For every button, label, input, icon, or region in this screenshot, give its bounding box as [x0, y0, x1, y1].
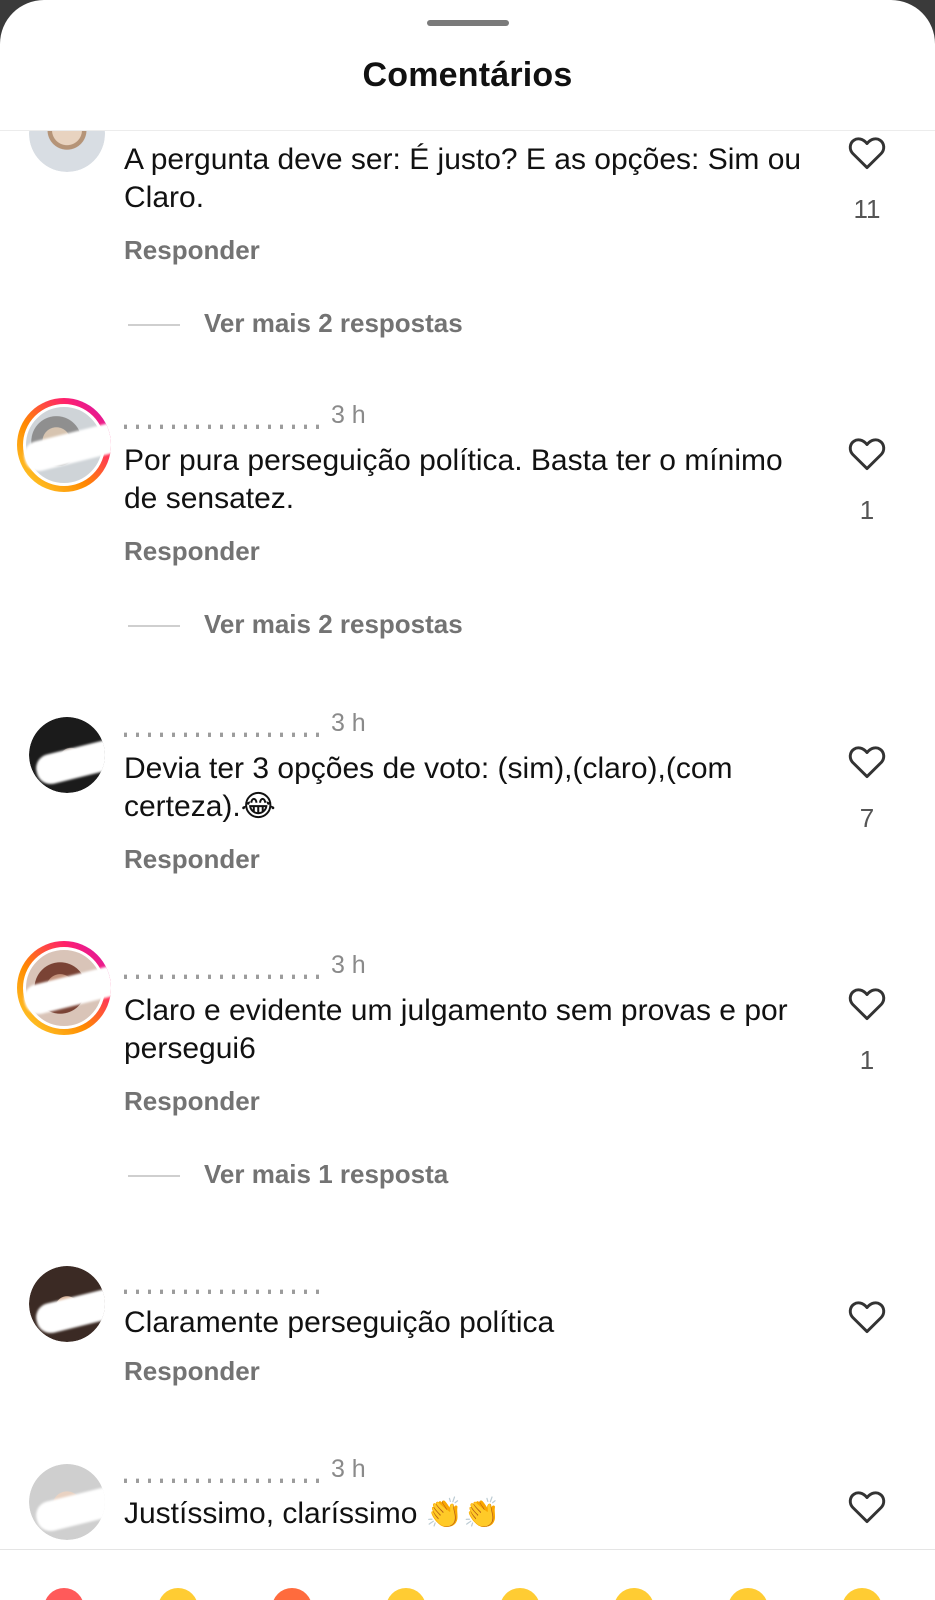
comment-meta[interactable]: 3 h [124, 951, 366, 980]
masked-username [124, 1290, 324, 1295]
comment-time: 3 h [330, 401, 366, 429]
heart-reaction-icon[interactable] [44, 1588, 84, 1600]
masked-username [124, 425, 324, 430]
heart-outline-icon [848, 438, 886, 471]
heart-outline-icon [848, 746, 886, 779]
laughing-emoji-icon: 😂 [240, 789, 276, 824]
comment-time: 3 h [330, 1455, 366, 1483]
comment-meta[interactable]: 3 h [124, 709, 366, 738]
replies-divider [128, 625, 180, 628]
replies-divider [128, 324, 180, 327]
comment-text-body: Devia ter 3 opções de voto: (sim),(claro… [124, 752, 733, 823]
replies-divider [128, 1175, 180, 1178]
comment-meta[interactable]: 3 h [124, 401, 366, 430]
comment-time: 3 h [330, 709, 366, 737]
comment-text: Por pura perseguição política. Basta ter… [124, 444, 783, 515]
likes-count: 1 [859, 1045, 875, 1075]
avatar[interactable] [29, 131, 105, 172]
clap-reaction-icon[interactable] [158, 1588, 198, 1600]
comment-text: Claro e evidente um julgamento sem prova… [124, 994, 788, 1065]
comment-text: Claramente perseguição política [124, 1306, 555, 1339]
avatar[interactable] [29, 1266, 105, 1342]
heart-outline-icon [848, 1301, 886, 1334]
view-more-replies-button[interactable]: Ver mais 2 respostas [128, 609, 463, 640]
clapping-hands-emoji-icon: 👏👏 [425, 1496, 501, 1531]
fire-reaction-icon[interactable] [272, 1588, 312, 1600]
avatar[interactable] [29, 717, 105, 793]
comments-list[interactable]: A pergunta deve ser: É justo? E as opçõe… [0, 131, 935, 1550]
like-button[interactable] [847, 1488, 887, 1524]
view-more-replies-button[interactable]: Ver mais 1 resposta [128, 1159, 448, 1190]
masked-username [124, 975, 324, 980]
reply-button[interactable]: Responder [124, 235, 260, 266]
like-button[interactable] [847, 985, 887, 1021]
avatar[interactable] [29, 1464, 105, 1540]
comment-time: 3 h [330, 951, 366, 979]
view-more-replies-label: Ver mais 1 resposta [204, 1159, 449, 1189]
sad-reaction-icon[interactable] [842, 1588, 882, 1600]
emoji-reaction-bar [0, 1549, 935, 1600]
reply-button[interactable]: Responder [124, 536, 260, 567]
heart-outline-icon [848, 988, 886, 1021]
comment-text: Justíssimo, claríssimo 👏👏 [124, 1495, 804, 1533]
likes-count: 11 [853, 194, 881, 224]
like-button[interactable] [847, 134, 887, 170]
masked-username [124, 733, 324, 738]
likes-count: 7 [859, 803, 875, 833]
view-more-replies-label: Ver mais 2 respostas [204, 308, 463, 338]
reply-button[interactable]: Responder [124, 1356, 260, 1387]
sheet-title: Comentários [362, 56, 573, 94]
reply-button[interactable]: Responder [124, 1086, 260, 1117]
surprised-reaction-icon[interactable] [728, 1588, 768, 1600]
smile-reaction-icon[interactable] [500, 1588, 540, 1600]
comment-meta[interactable]: 3 h [124, 1455, 366, 1484]
likes-count: 1 [859, 495, 875, 525]
like-button[interactable] [847, 1298, 887, 1334]
masked-username [124, 1479, 324, 1484]
like-button[interactable] [847, 743, 887, 779]
comment-text-body: Justíssimo, claríssimo [124, 1497, 418, 1530]
reply-button[interactable]: Responder [124, 844, 260, 875]
raised-hands-reaction-icon[interactable] [386, 1588, 426, 1600]
like-button[interactable] [847, 435, 887, 471]
heart-outline-icon [848, 1491, 886, 1524]
comment-meta[interactable] [124, 1266, 324, 1295]
view-more-replies-button[interactable]: Ver mais 2 respostas [128, 308, 463, 339]
comment-text: Devia ter 3 opções de voto: (sim),(claro… [124, 750, 804, 826]
laugh-reaction-icon[interactable] [614, 1588, 654, 1600]
avatar-with-story-ring[interactable] [17, 941, 111, 1035]
heart-outline-icon [848, 137, 886, 170]
avatar-with-story-ring[interactable] [17, 398, 111, 492]
sheet-grabber-handle[interactable] [427, 20, 509, 26]
view-more-replies-label: Ver mais 2 respostas [204, 609, 463, 639]
comments-sheet: Comentários A pergunta deve ser: É justo… [0, 0, 935, 1600]
comment-text: A pergunta deve ser: É justo? E as opçõe… [124, 143, 802, 214]
